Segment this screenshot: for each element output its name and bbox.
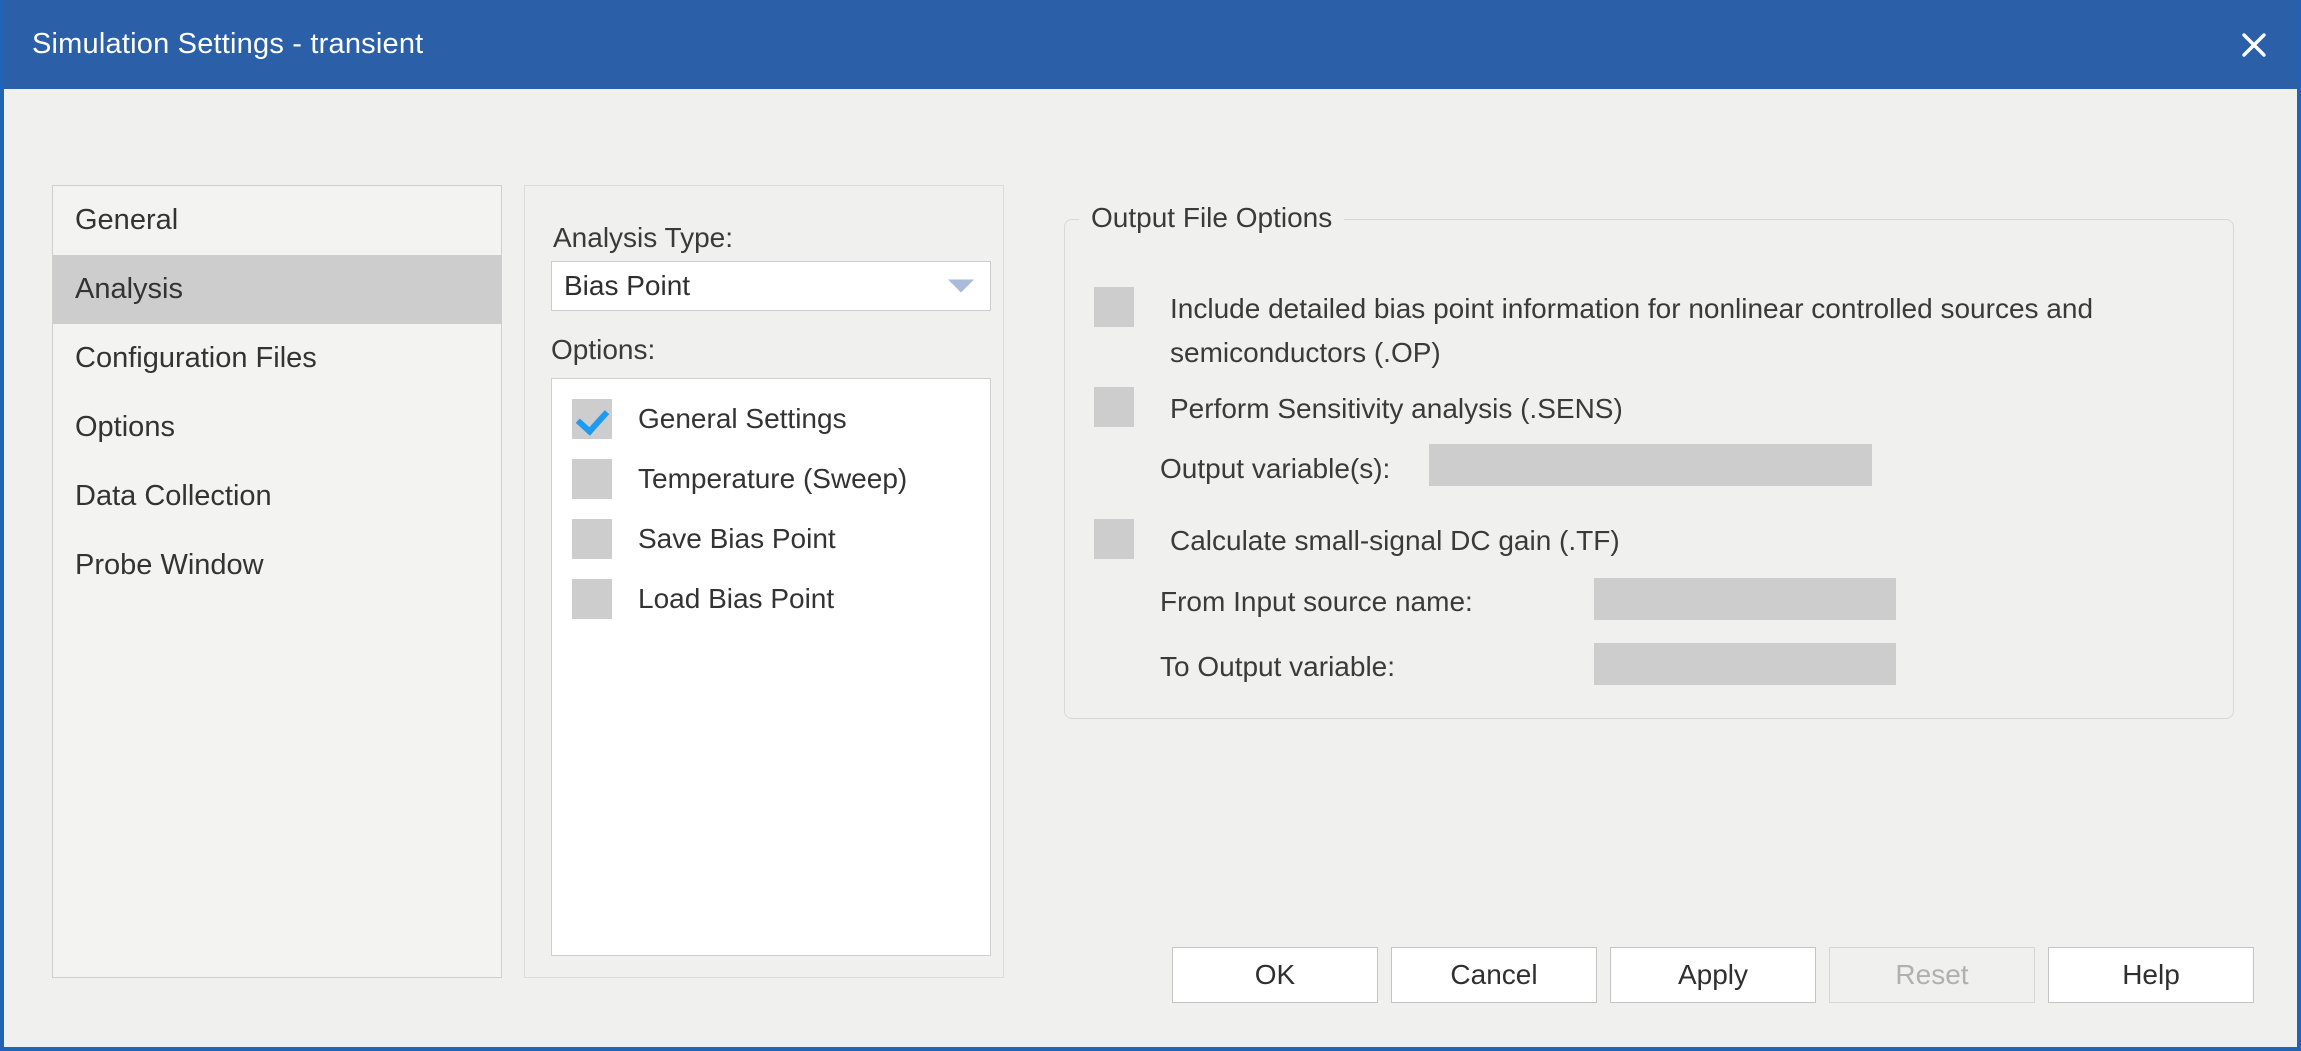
sidebar-item-label: Data Collection xyxy=(75,480,272,513)
title-bar: Simulation Settings - transient xyxy=(4,0,2297,89)
row-perform-sensitivity-analysis[interactable]: Perform Sensitivity analysis (.SENS) xyxy=(1094,387,1623,431)
sidebar-item-label: Analysis xyxy=(75,273,183,306)
sidebar-item-label: Probe Window xyxy=(75,549,264,582)
output-variables-label: Output variable(s): xyxy=(1160,453,1390,485)
from-input-source-input[interactable] xyxy=(1594,578,1896,620)
include-bias-point-detail-line2: semiconductors (.OP) xyxy=(1170,337,1441,368)
analysis-type-select[interactable]: Bias Point xyxy=(551,261,991,311)
checkbox-include-bias-point-detail[interactable] xyxy=(1094,287,1134,327)
sidebar-item-configuration-files[interactable]: Configuration Files xyxy=(53,324,501,393)
include-bias-point-detail-line1: Include detailed bias point information … xyxy=(1170,293,2093,324)
checkbox-temperature-sweep[interactable] xyxy=(572,459,612,499)
checkbox-load-bias-point[interactable] xyxy=(572,579,612,619)
close-icon[interactable] xyxy=(2211,0,2297,89)
option-label: Temperature (Sweep) xyxy=(638,463,907,495)
analysis-type-value: Bias Point xyxy=(564,270,690,302)
analysis-panel: Analysis Type: Bias Point Options: Gener… xyxy=(524,185,1004,978)
checkbox-general-settings[interactable] xyxy=(572,399,612,439)
include-bias-point-detail-label: Include detailed bias point information … xyxy=(1170,287,2093,375)
calculate-dc-gain-label: Calculate small-signal DC gain (.TF) xyxy=(1170,519,1620,563)
sidebar-item-general[interactable]: General xyxy=(53,186,501,255)
perform-sensitivity-analysis-label: Perform Sensitivity analysis (.SENS) xyxy=(1170,387,1623,431)
settings-category-list: General Analysis Configuration Files Opt… xyxy=(52,185,502,978)
chevron-down-icon xyxy=(948,280,974,293)
sidebar-item-probe-window[interactable]: Probe Window xyxy=(53,531,501,600)
dialog-body: General Analysis Configuration Files Opt… xyxy=(4,89,2297,1047)
window-title: Simulation Settings - transient xyxy=(32,28,423,61)
to-output-variable-input[interactable] xyxy=(1594,643,1896,685)
option-row-save-bias-point[interactable]: Save Bias Point xyxy=(552,509,990,569)
option-label: Load Bias Point xyxy=(638,583,834,615)
output-file-options-title: Output File Options xyxy=(1079,202,1344,234)
option-label: Save Bias Point xyxy=(638,523,836,555)
sidebar-item-label: General xyxy=(75,204,178,237)
ok-button[interactable]: OK xyxy=(1172,947,1378,1003)
option-label: General Settings xyxy=(638,403,847,435)
apply-button[interactable]: Apply xyxy=(1610,947,1816,1003)
option-row-temperature-sweep[interactable]: Temperature (Sweep) xyxy=(552,449,990,509)
checkbox-perform-sensitivity-analysis[interactable] xyxy=(1094,387,1134,427)
checkbox-calculate-dc-gain[interactable] xyxy=(1094,519,1134,559)
cancel-button[interactable]: Cancel xyxy=(1391,947,1597,1003)
sidebar-item-options[interactable]: Options xyxy=(53,393,501,462)
output-variables-input[interactable] xyxy=(1429,444,1872,486)
option-row-general-settings[interactable]: General Settings xyxy=(552,389,990,449)
sidebar-item-data-collection[interactable]: Data Collection xyxy=(53,462,501,531)
simulation-settings-dialog: Simulation Settings - transient General … xyxy=(0,0,2301,1051)
row-include-bias-point-detail[interactable]: Include detailed bias point information … xyxy=(1094,287,2194,375)
help-button[interactable]: Help xyxy=(2048,947,2254,1003)
to-output-variable-label: To Output variable: xyxy=(1160,651,1395,683)
option-row-load-bias-point[interactable]: Load Bias Point xyxy=(552,569,990,629)
options-label: Options: xyxy=(551,334,655,366)
sidebar-item-label: Configuration Files xyxy=(75,342,317,375)
from-input-source-label: From Input source name: xyxy=(1160,586,1473,618)
checkbox-save-bias-point[interactable] xyxy=(572,519,612,559)
sidebar-item-analysis[interactable]: Analysis xyxy=(53,255,501,324)
analysis-options-list: General Settings Temperature (Sweep) Sav… xyxy=(551,378,991,956)
row-calculate-dc-gain[interactable]: Calculate small-signal DC gain (.TF) xyxy=(1094,519,1620,563)
reset-button: Reset xyxy=(1829,947,2035,1003)
dialog-footer: OK Cancel Apply Reset Help xyxy=(4,927,2297,1047)
analysis-type-label: Analysis Type: xyxy=(553,222,733,254)
sidebar-item-label: Options xyxy=(75,411,175,444)
